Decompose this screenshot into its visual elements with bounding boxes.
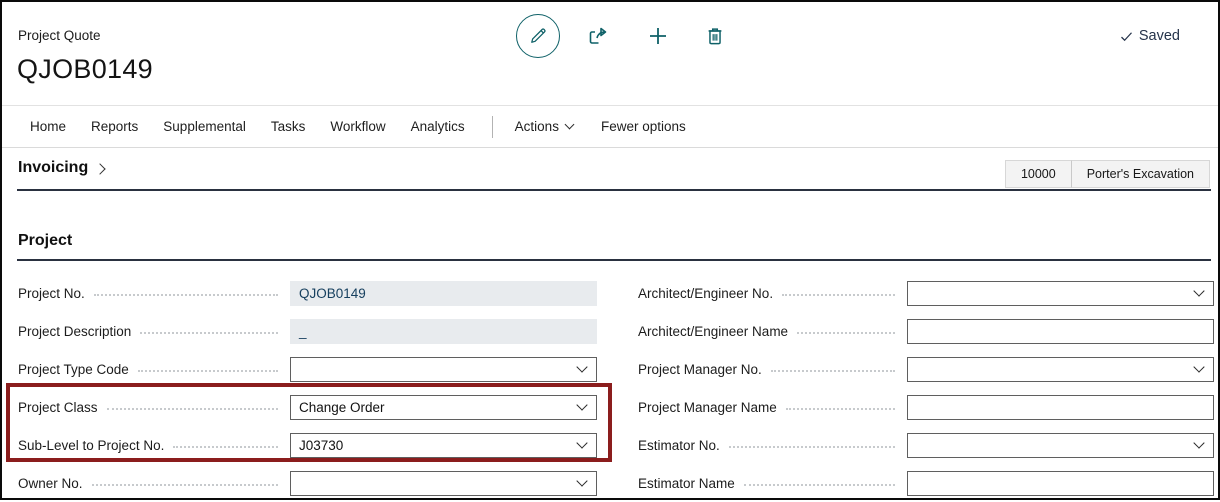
- page-caption: Project Quote: [18, 28, 101, 43]
- field-project-no: QJOB0149: [290, 281, 597, 306]
- field-label: Architect/Engineer Name: [638, 324, 788, 339]
- save-status-label: Saved: [1139, 28, 1180, 44]
- dotted-leader: [744, 484, 895, 486]
- dropdown-value: J03730: [299, 438, 343, 453]
- form-row: Project No. QJOB0149: [18, 274, 597, 312]
- form-row: Estimator No.: [638, 426, 1214, 464]
- form-row: Project Manager No.: [638, 350, 1214, 388]
- page-title: QJOB0149: [17, 54, 153, 85]
- field-label: Project Type Code: [18, 362, 129, 377]
- plus-icon: [646, 24, 670, 48]
- invoicing-rule: [17, 189, 1211, 191]
- dotted-leader: [173, 446, 278, 448]
- chevron-down-icon[interactable]: [1193, 437, 1204, 448]
- menu-divider: [492, 116, 493, 138]
- project-section-title: Project: [18, 232, 72, 250]
- menu-item-analytics[interactable]: Analytics: [411, 119, 465, 134]
- check-icon: [1119, 29, 1134, 44]
- field-project-manager-no[interactable]: [907, 357, 1214, 382]
- new-button[interactable]: [646, 24, 670, 48]
- form-column-left: Project No. QJOB0149 Project Description…: [18, 274, 597, 502]
- chevron-right-icon: [95, 163, 106, 174]
- chevron-down-icon[interactable]: [1193, 285, 1204, 296]
- form-row: Sub-Level to Project No. J03730: [18, 426, 597, 464]
- field-label: Project Manager No.: [638, 362, 762, 377]
- dotted-leader: [782, 294, 895, 296]
- field-label: Sub-Level to Project No.: [18, 438, 164, 453]
- dotted-leader: [94, 294, 278, 296]
- customer-no-badge[interactable]: 10000: [1005, 160, 1072, 188]
- field-owner-no[interactable]: [290, 471, 597, 496]
- field-project-class[interactable]: Change Order: [290, 395, 597, 420]
- menu-item-tasks[interactable]: Tasks: [271, 119, 306, 134]
- field-sub-level-to-project-no[interactable]: J03730: [290, 433, 597, 458]
- menu-item-workflow[interactable]: Workflow: [330, 119, 385, 134]
- field-label: Architect/Engineer No.: [638, 286, 773, 301]
- dotted-leader: [771, 370, 895, 372]
- chevron-down-icon: [565, 120, 575, 130]
- edit-button[interactable]: [516, 14, 560, 58]
- trash-icon: [704, 25, 726, 47]
- share-button[interactable]: [586, 24, 610, 48]
- record-toolbar: [516, 14, 726, 58]
- menu-item-fewer-options[interactable]: Fewer options: [601, 119, 686, 134]
- field-estimator-no[interactable]: [907, 433, 1214, 458]
- invoicing-section-link[interactable]: Invoicing: [18, 159, 104, 177]
- dotted-leader: [786, 408, 895, 410]
- form-column-right: Architect/Engineer No. Architect/Enginee…: [638, 274, 1214, 502]
- form-row: Project Description _: [18, 312, 597, 350]
- field-architect-engineer-name[interactable]: [907, 319, 1214, 344]
- actions-label: Actions: [515, 119, 559, 134]
- dotted-leader: [140, 332, 278, 334]
- field-project-description: _: [290, 319, 597, 344]
- menu-item-actions[interactable]: Actions: [515, 119, 573, 134]
- customer-name-badge[interactable]: Porter's Excavation: [1071, 160, 1210, 188]
- form-row: Architect/Engineer Name: [638, 312, 1214, 350]
- page-header: Project Quote QJOB0149: [2, 2, 1218, 106]
- dropdown-value: Change Order: [299, 400, 385, 415]
- dotted-leader: [92, 484, 278, 486]
- chevron-down-icon[interactable]: [576, 361, 587, 372]
- dotted-leader: [107, 408, 278, 410]
- save-status: Saved: [1119, 28, 1180, 44]
- dotted-leader: [797, 332, 895, 334]
- chevron-down-icon[interactable]: [576, 399, 587, 410]
- form-row: Project Manager Name: [638, 388, 1214, 426]
- field-label: Estimator Name: [638, 476, 735, 491]
- form-row: Owner No.: [18, 464, 597, 502]
- field-label: Project Manager Name: [638, 400, 777, 415]
- menu-item-reports[interactable]: Reports: [91, 119, 138, 134]
- field-architect-engineer-no[interactable]: [907, 281, 1214, 306]
- chevron-down-icon[interactable]: [576, 437, 587, 448]
- project-section-rule: [17, 259, 1211, 261]
- form-row: Architect/Engineer No.: [638, 274, 1214, 312]
- record-badges: 10000 Porter's Excavation: [1005, 160, 1210, 188]
- menu-item-supplemental[interactable]: Supplemental: [163, 119, 246, 134]
- edit-pencil-icon: [528, 26, 548, 46]
- field-project-type-code[interactable]: [290, 357, 597, 382]
- field-project-manager-name[interactable]: [907, 395, 1214, 420]
- share-icon: [586, 24, 610, 48]
- invoicing-label: Invoicing: [18, 159, 88, 177]
- field-label: Project Class: [18, 400, 98, 415]
- project-quote-page: { "page": { "caption": "Project Quote", …: [0, 0, 1220, 500]
- chevron-down-icon[interactable]: [1193, 361, 1204, 372]
- field-label: Project No.: [18, 286, 85, 301]
- menu-item-home[interactable]: Home: [30, 119, 66, 134]
- dotted-leader: [729, 446, 895, 448]
- field-label: Project Description: [18, 324, 131, 339]
- action-menubar: Home Reports Supplemental Tasks Workflow…: [2, 106, 1218, 148]
- dotted-leader: [138, 370, 278, 372]
- chevron-down-icon[interactable]: [576, 475, 587, 486]
- invoicing-band: Invoicing 10000 Porter's Excavation: [2, 148, 1218, 191]
- form-row: Project Type Code: [18, 350, 597, 388]
- form-row: Estimator Name: [638, 464, 1214, 502]
- delete-button[interactable]: [704, 25, 726, 47]
- form-row: Project Class Change Order: [18, 388, 597, 426]
- field-label: Owner No.: [18, 476, 83, 491]
- field-label: Estimator No.: [638, 438, 720, 453]
- field-estimator-name[interactable]: [907, 471, 1214, 496]
